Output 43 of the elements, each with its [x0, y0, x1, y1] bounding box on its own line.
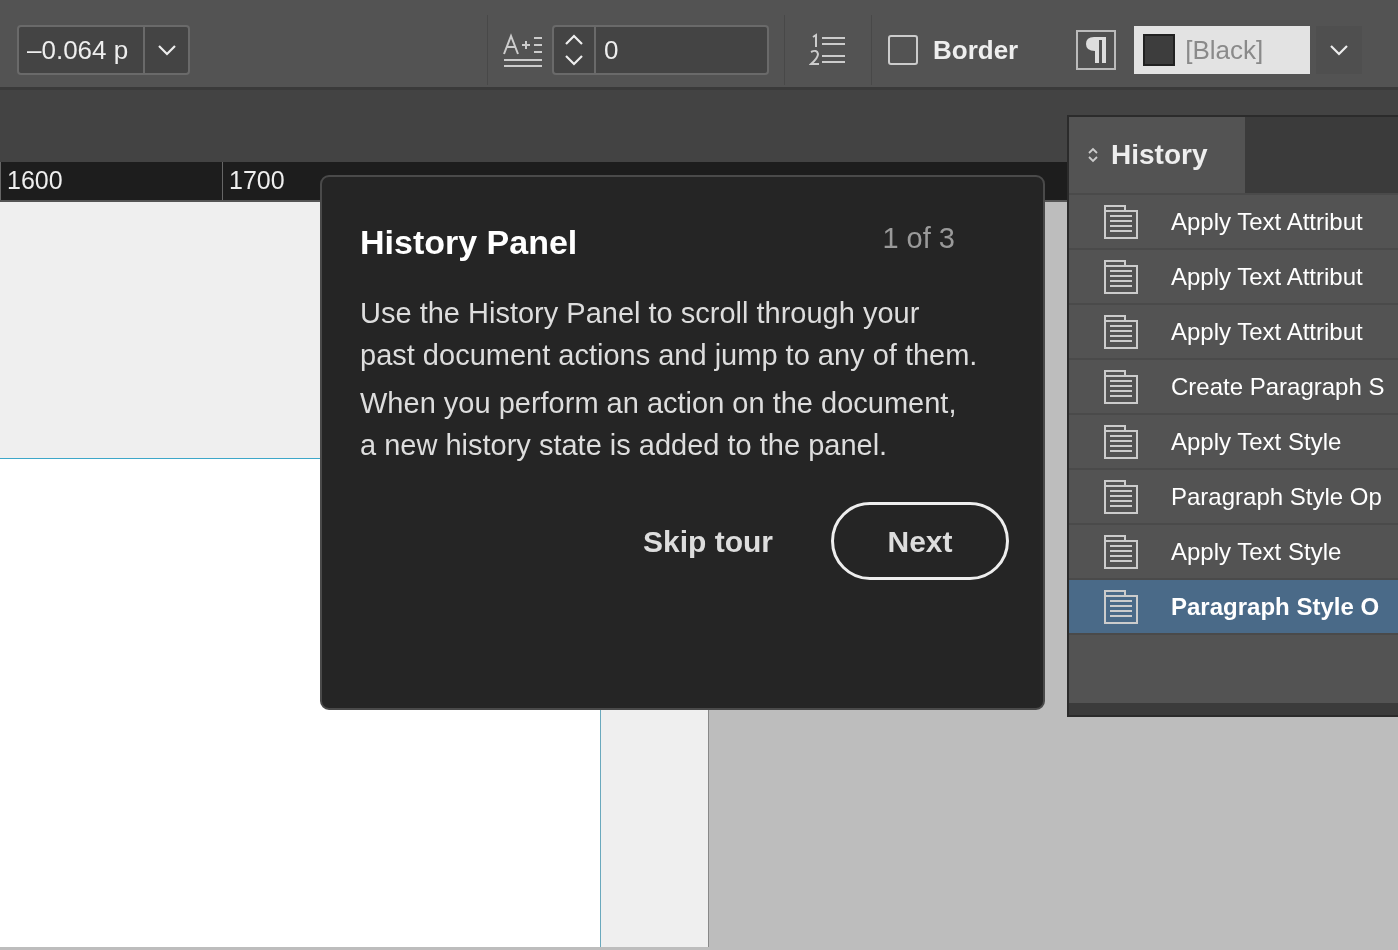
checkbox[interactable] — [888, 35, 918, 65]
next-button[interactable]: Next — [831, 502, 1009, 580]
color-swatch — [1143, 34, 1176, 66]
checkbox-label: Border — [933, 33, 1019, 67]
skip-tour-button[interactable]: Skip tour — [633, 510, 783, 572]
history-item[interactable]: Apply Text Attribut — [1069, 303, 1398, 358]
numbered-list-icon[interactable] — [809, 32, 847, 68]
tracking-field[interactable]: –0.064 p — [17, 25, 145, 75]
expand-collapse-icon[interactable] — [1087, 146, 1099, 164]
document-icon — [1103, 533, 1139, 570]
document-icon — [1103, 203, 1139, 240]
chevron-down-icon — [564, 54, 584, 66]
popover-text: When you perform an action on the document, a new history state is added to the panel. — [360, 386, 958, 463]
panel-tab[interactable]: History — [1069, 117, 1245, 193]
chevron-down-icon — [1329, 44, 1350, 56]
step-counter: 1 of 3 — [882, 221, 955, 256]
pilcrow-icon — [1084, 35, 1109, 65]
popover-title: History Panel — [360, 222, 578, 263]
history-item[interactable]: Apply Text Style — [1069, 413, 1398, 468]
chevron-up-icon — [564, 34, 584, 46]
chevron-down-icon — [156, 44, 177, 56]
history-item[interactable]: Apply Text Style — [1069, 523, 1398, 578]
history-item[interactable]: Paragraph Style O — [1069, 578, 1398, 633]
popover-text: Use the History Panel to scroll through your past document actions and jump to any of them. — [360, 296, 979, 373]
ruler-label: 1600 — [0, 162, 222, 200]
document-icon — [1103, 478, 1139, 515]
document-icon — [1103, 368, 1139, 405]
space-before-icon[interactable] — [502, 32, 544, 68]
document-icon — [1103, 423, 1139, 460]
history-item[interactable]: Create Paragraph S — [1069, 358, 1398, 413]
document-icon — [1103, 313, 1139, 350]
dropdown-button[interactable] — [1316, 26, 1363, 74]
stepper-button[interactable] — [552, 25, 596, 75]
paragraph-button[interactable] — [1076, 30, 1117, 70]
dropdown-button[interactable] — [145, 25, 190, 75]
color-name: [Black] — [1185, 33, 1264, 67]
document-icon — [1103, 258, 1139, 295]
space-field[interactable]: 0 — [596, 25, 769, 75]
history-item[interactable]: Apply Text Attribut — [1069, 248, 1398, 303]
tab-label: History — [1111, 138, 1208, 172]
document-icon — [1103, 588, 1139, 625]
history-item[interactable]: Apply Text Attribut — [1069, 193, 1398, 248]
history-item[interactable]: Paragraph Style Op — [1069, 468, 1398, 523]
